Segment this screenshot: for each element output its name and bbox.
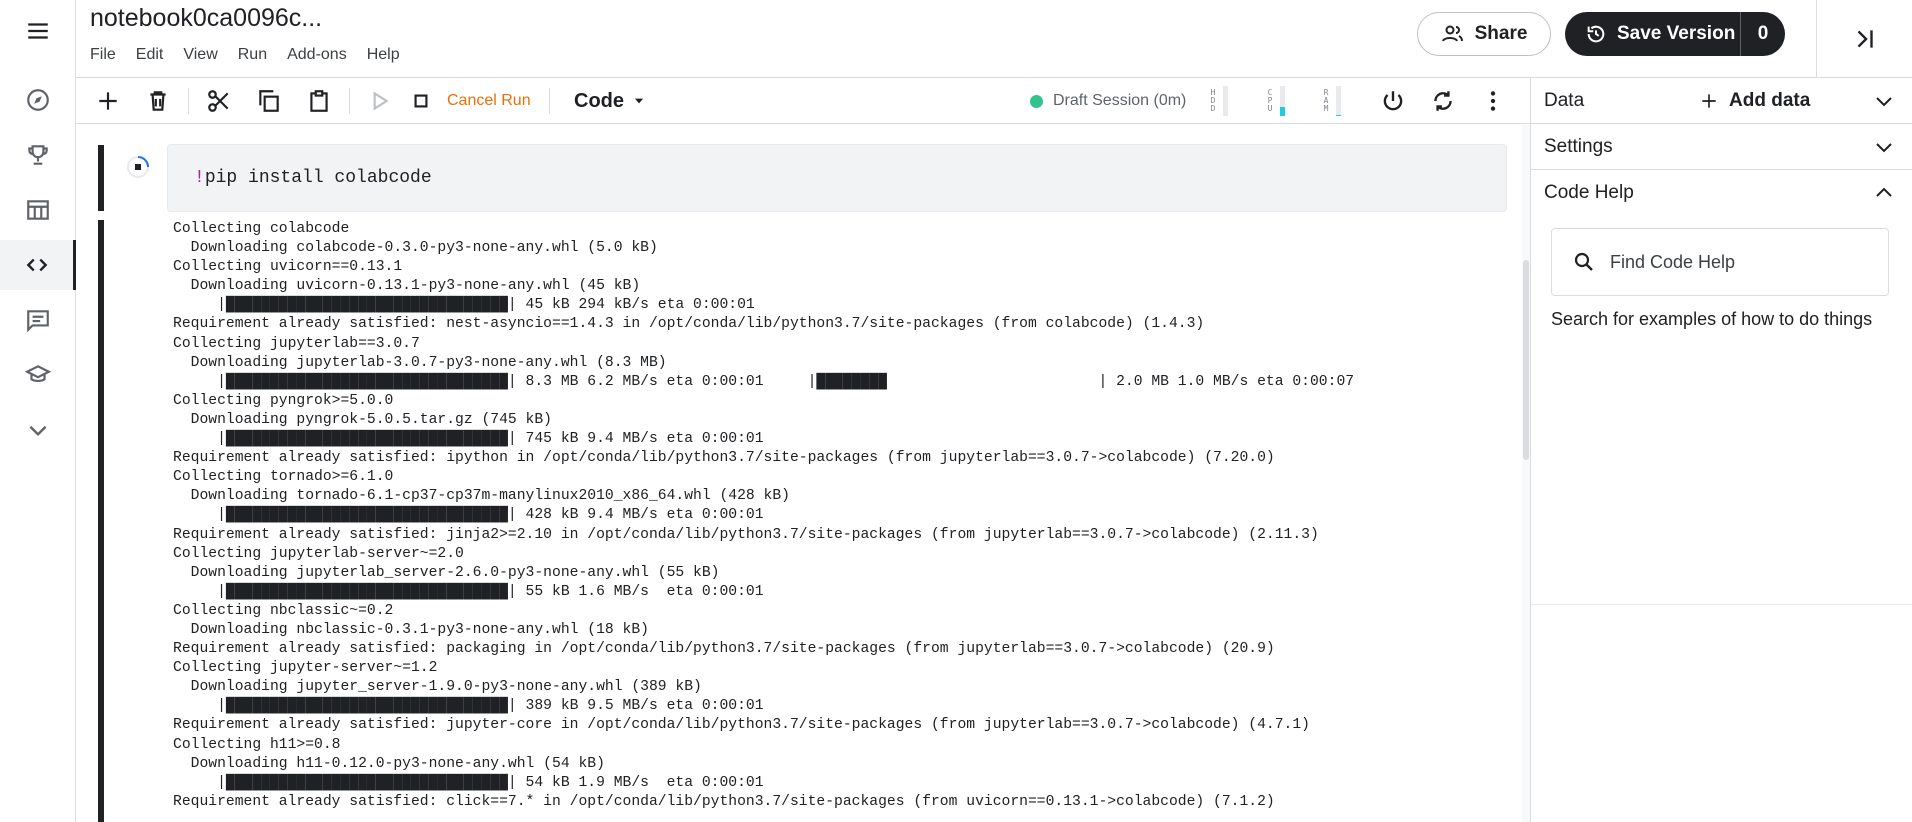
- menu-bar: File Edit View Run Add-ons Help: [90, 46, 400, 64]
- save-version-button[interactable]: Save Version 0: [1565, 12, 1785, 56]
- code-help-hint: Search for examples of how to do things: [1551, 309, 1873, 329]
- code-help-search-placeholder: Find Code Help: [1610, 251, 1736, 272]
- editor-scrollbar[interactable]: [1522, 125, 1530, 822]
- left-nav-rail: [0, 0, 76, 822]
- save-version-main[interactable]: Save Version: [1565, 12, 1741, 56]
- menu-file[interactable]: File: [90, 46, 116, 64]
- share-button[interactable]: Share: [1417, 12, 1551, 56]
- more-vert-icon: [1490, 91, 1496, 111]
- code-icon[interactable]: [0, 240, 76, 290]
- ram-label: RAM: [1323, 88, 1329, 113]
- cell-type-select[interactable]: Code: [574, 78, 646, 124]
- chevron-up-icon[interactable]: [1872, 181, 1896, 205]
- chevron-down-icon[interactable]: [0, 405, 76, 455]
- notebook-header: notebook0ca0096c... File Edit View Run A…: [76, 0, 1912, 78]
- power-button[interactable]: [1373, 78, 1413, 124]
- paste-button[interactable]: [299, 78, 339, 124]
- cell-input-marker: [98, 145, 104, 211]
- stop-button[interactable]: [401, 78, 441, 124]
- power-icon: [1383, 91, 1403, 111]
- run-cell-button[interactable]: [359, 78, 399, 124]
- save-version-count[interactable]: 0: [1741, 23, 1785, 45]
- collapse-right-icon: [1857, 30, 1873, 48]
- code-command: pip install colabcode: [204, 168, 432, 188]
- session-status[interactable]: Draft Session (0m): [1030, 78, 1186, 124]
- chevron-down-icon[interactable]: [1872, 89, 1896, 113]
- trophy-icon[interactable]: [0, 130, 76, 180]
- settings-section-header[interactable]: Settings: [1531, 124, 1912, 170]
- add-data-button[interactable]: Add data: [1699, 78, 1810, 124]
- session-status-label: Draft Session (0m): [1053, 92, 1187, 109]
- scissors-icon: [208, 90, 229, 112]
- menu-add-ons[interactable]: Add-ons: [287, 46, 347, 64]
- search-icon: [1574, 252, 1593, 271]
- people-icon: [1441, 25, 1463, 42]
- cut-button[interactable]: [199, 78, 239, 124]
- refresh-icon: [1434, 91, 1452, 111]
- more-options-button[interactable]: [1473, 78, 1513, 124]
- menu-run[interactable]: Run: [238, 46, 267, 64]
- chevron-down-icon[interactable]: [1872, 135, 1896, 159]
- hdd-meter: HDD: [1209, 86, 1228, 116]
- right-side-panel: Data Add data Settings Code Help Find Co…: [1530, 78, 1912, 822]
- comment-icon[interactable]: [0, 295, 76, 345]
- play-icon: [373, 91, 389, 111]
- toolbar-separator: [549, 88, 550, 114]
- cpu-bar: [1280, 86, 1285, 116]
- notebook-toolbar: Cancel Run Code Draft Session (0m) HDD C…: [76, 78, 1530, 124]
- hdd-label: HDD: [1210, 88, 1216, 113]
- shell-bang: !: [194, 168, 205, 188]
- clipboard-icon: [310, 90, 328, 112]
- ram-bar-fill: [1336, 114, 1341, 116]
- add-data-label: Add data: [1729, 90, 1811, 111]
- code-help-section-header[interactable]: Code Help: [1531, 170, 1912, 216]
- hdd-bar: [1223, 86, 1228, 116]
- running-spinner-icon[interactable]: [126, 155, 150, 179]
- stop-icon: [414, 94, 428, 108]
- plus-icon: [99, 92, 117, 110]
- notebook-editor: ! pip install colabcode Collecting colabc…: [76, 125, 1530, 822]
- toolbar-separator: [349, 88, 350, 114]
- menu-icon[interactable]: [0, 6, 76, 56]
- caret-down-icon: [634, 98, 644, 104]
- session-status-dot: [1030, 94, 1043, 108]
- notebook-title[interactable]: notebook0ca0096c...: [90, 4, 322, 33]
- data-section-label: Data: [1544, 89, 1585, 111]
- restart-button[interactable]: [1423, 78, 1463, 124]
- menu-help[interactable]: Help: [367, 46, 400, 64]
- menu-edit[interactable]: Edit: [136, 46, 164, 64]
- table-icon[interactable]: [0, 185, 76, 235]
- collapse-panel-button[interactable]: [1816, 0, 1912, 78]
- share-label: Share: [1474, 23, 1528, 44]
- code-help-section-label: Code Help: [1544, 182, 1634, 203]
- settings-section-label: Settings: [1544, 135, 1613, 157]
- ram-bar: [1336, 86, 1341, 116]
- save-version-label: Save Version: [1617, 23, 1736, 44]
- delete-cell-button[interactable]: [138, 78, 178, 124]
- ram-meter: RAM: [1322, 86, 1341, 116]
- add-cell-button[interactable]: [88, 78, 128, 124]
- cpu-label: CPU: [1267, 88, 1273, 113]
- copy-icon: [259, 90, 279, 112]
- school-icon[interactable]: [0, 350, 76, 400]
- plus-icon: [1702, 94, 1716, 108]
- panel-divider: [1531, 604, 1912, 605]
- code-help-search[interactable]: Find Code Help: [1551, 228, 1889, 296]
- menu-view[interactable]: View: [183, 46, 217, 64]
- data-section-header[interactable]: Data Add data: [1531, 78, 1912, 124]
- history-icon: [1587, 25, 1605, 43]
- cell-type-value: Code: [574, 90, 624, 112]
- toolbar-separator: [188, 88, 189, 114]
- cancel-run-button[interactable]: Cancel Run: [447, 78, 531, 124]
- cpu-meter: CPU: [1266, 86, 1285, 116]
- cell-output-marker: [98, 220, 104, 822]
- cell-output: Collecting colabcode Downloading colabco…: [173, 221, 1355, 810]
- code-cell-input[interactable]: ! pip install colabcode: [167, 144, 1507, 212]
- trash-icon: [150, 91, 166, 111]
- copy-button[interactable]: [249, 78, 289, 124]
- cpu-bar-fill: [1280, 107, 1285, 116]
- scrollbar-thumb[interactable]: [1523, 260, 1529, 460]
- compass-icon[interactable]: [0, 75, 76, 125]
